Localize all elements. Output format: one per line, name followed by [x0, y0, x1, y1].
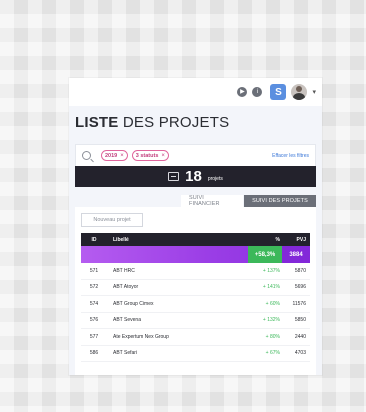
- cell-pct: + 60%: [265, 300, 280, 307]
- cell-pct: + 137%: [262, 267, 280, 274]
- header-pct[interactable]: %: [244, 237, 286, 243]
- project-count: 18: [185, 168, 202, 185]
- top-bar: ▶ i S ▾: [69, 78, 322, 106]
- cell-id: 576: [89, 317, 99, 324]
- page-title-rest: DES PROJETS: [118, 114, 230, 131]
- cell-libelle: ABT HRC: [113, 267, 135, 274]
- play-icon[interactable]: ▶: [237, 87, 248, 97]
- close-icon[interactable]: ×: [120, 153, 124, 159]
- cell-libelle: ABT Group Cimex: [113, 300, 154, 307]
- table-row[interactable]: 577 Ate Expertum Nex Group + 80% 2440: [81, 329, 310, 346]
- filter-chip-status[interactable]: 3 statuts ×: [131, 150, 169, 161]
- filter-chip-year[interactable]: 2019 ×: [101, 150, 128, 161]
- tab-suivi-financier[interactable]: SUIVI FINANCIER: [181, 195, 243, 207]
- cell-pct: + 67%: [265, 350, 280, 357]
- cell-id: 574: [89, 300, 99, 307]
- app-badge[interactable]: S: [270, 84, 287, 100]
- projects-table-card: Nouveau projet ID Libellé % PVJ +58,3% 3…: [75, 207, 316, 375]
- table-row[interactable]: 576 ABT Sevena + 132% 5850: [81, 313, 310, 329]
- header-libelle[interactable]: Libellé: [107, 237, 244, 243]
- filter-chip-label: 3 statuts: [135, 152, 159, 159]
- folder-icon: [168, 172, 180, 181]
- new-project-button[interactable]: Nouveau projet: [81, 213, 143, 227]
- table-row[interactable]: 586 ABT Sefari + 67% 4703: [81, 346, 310, 362]
- project-count-bar: 18 projets: [75, 166, 316, 187]
- main-content: LISTE DES PROJETS 2019 × 3 statuts × Eff…: [69, 106, 322, 375]
- cell-id: 577: [89, 333, 99, 340]
- view-tabs: SUIVI FINANCIER SUIVI DES PROJETS: [75, 195, 316, 207]
- chevron-down-icon[interactable]: ▾: [312, 88, 316, 96]
- cell-pvj: 2440: [294, 333, 306, 340]
- cell-libelle: ABT Sevena: [113, 317, 141, 324]
- cell-id: 571: [89, 267, 99, 274]
- cell-libelle: ABT Atoyor: [113, 284, 139, 291]
- filter-bar: 2019 × 3 statuts × Effacer les filtres: [75, 144, 316, 166]
- header-id[interactable]: ID: [81, 237, 107, 243]
- cell-pct: + 80%: [265, 333, 280, 340]
- filter-chip-label: 2019: [105, 152, 118, 159]
- clear-filters-link[interactable]: Effacer les filtres: [272, 153, 309, 159]
- table-row[interactable]: 574 ABT Group Cimex + 60% 11576: [81, 296, 310, 313]
- table-row[interactable]: 572 ABT Atoyor + 141% 5696: [81, 280, 310, 296]
- totals-row: +58,3% 3884: [81, 246, 310, 263]
- app-window: ▶ i S ▾ LISTE DES PROJETS 2019 × 3 statu…: [69, 78, 322, 375]
- tab-suivi-projets[interactable]: SUIVI DES PROJETS: [244, 195, 316, 207]
- table-header: ID Libellé % PVJ: [81, 233, 310, 246]
- cell-pvj: 4703: [294, 350, 306, 357]
- cell-id: 586: [89, 350, 99, 357]
- cell-libelle: ABT Sefari: [113, 350, 138, 357]
- table-row[interactable]: 571 ABT HRC + 137% 5870: [81, 263, 310, 280]
- header-pvj[interactable]: PVJ: [286, 237, 310, 243]
- total-pvj-badge: 3884: [282, 246, 310, 263]
- cell-pct: + 132%: [262, 317, 280, 324]
- cell-pvj: 11576: [292, 300, 306, 307]
- cell-pvj: 5850: [294, 317, 306, 324]
- page-title: LISTE DES PROJETS: [75, 106, 316, 138]
- cell-id: 572: [89, 284, 99, 291]
- project-count-label: projets: [207, 176, 223, 182]
- cell-pvj: 5870: [294, 267, 306, 274]
- cell-libelle: Ate Expertum Nex Group: [113, 333, 169, 340]
- page-title-bold: LISTE: [75, 114, 119, 131]
- info-icon[interactable]: i: [252, 87, 263, 97]
- avatar[interactable]: [291, 84, 308, 100]
- search-icon[interactable]: [82, 151, 91, 160]
- cell-pvj: 5696: [294, 284, 306, 291]
- close-icon[interactable]: ×: [161, 153, 165, 159]
- cell-pct: + 141%: [262, 284, 280, 291]
- total-pct-badge: +58,3%: [248, 246, 282, 263]
